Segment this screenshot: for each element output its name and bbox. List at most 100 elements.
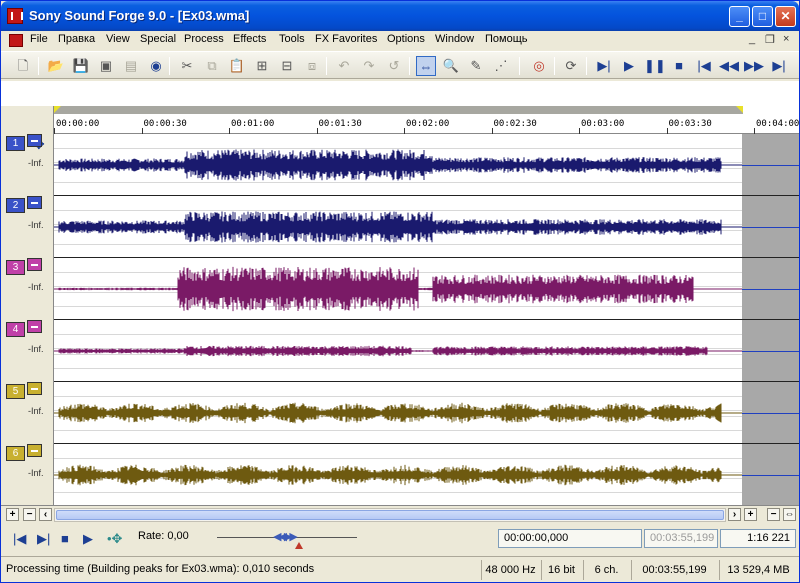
vertical-zoom-in-button[interactable]: + [6, 508, 19, 521]
open-folder-icon[interactable]: 📂 [46, 56, 66, 76]
edit-tool-icon[interactable]: ⇔ [416, 56, 436, 76]
pause-icon[interactable]: ❚❚ [644, 56, 666, 76]
title-bar[interactable]: Sony Sound Forge 9.0 - [Ex03.wma] _ □ ✕ [1, 1, 799, 31]
go-to-end-icon[interactable]: ▶| [37, 531, 50, 547]
save-all-icon[interactable]: ▣ [96, 56, 116, 76]
scrollbar-thumb[interactable] [56, 510, 724, 520]
envelope-tool-icon[interactable]: ⋰ [491, 56, 511, 76]
waveform-4[interactable] [54, 320, 742, 382]
copy-icon[interactable]: ⧉ [202, 56, 222, 76]
menu-special[interactable]: Special [140, 33, 176, 45]
scroll-right-button[interactable]: › [728, 508, 741, 521]
pencil-tool-icon[interactable]: ✎ [466, 56, 486, 76]
play-normal-icon[interactable]: ▶ [83, 531, 93, 547]
scroll-left-button[interactable]: ‹ [39, 508, 52, 521]
magnify-tool-icon[interactable]: 🔍 [441, 56, 461, 76]
horizontal-zoom-out-button[interactable]: − [767, 508, 780, 521]
channel-minimize-button[interactable] [27, 134, 42, 147]
channel-minimize-button[interactable] [27, 320, 42, 333]
channel-number-badge[interactable]: 1 [6, 136, 25, 151]
bit-depth[interactable]: 16 bit [541, 560, 581, 580]
waveform-5[interactable] [54, 382, 742, 444]
menu-options[interactable]: Options [387, 33, 425, 45]
sample-rate[interactable]: 48 000 Hz [481, 560, 539, 580]
forward-icon[interactable]: ▶▶ [744, 56, 764, 76]
zoom-slider-button[interactable]: ⇔ [783, 508, 796, 521]
minimize-button[interactable]: _ [729, 6, 750, 27]
channel-count[interactable]: 6 ch. [583, 560, 629, 580]
zoom-ratio-field[interactable]: 1:16 221 [720, 529, 796, 548]
channel-1[interactable]: 1 -Inf. [1, 134, 799, 196]
waveform-3[interactable] [54, 258, 742, 320]
menu-file[interactable]: File [30, 33, 48, 45]
waveform-editor[interactable]: 🔒 ✥ 00:00:0000:00:3000:01:0000:01:3000:0… [1, 81, 799, 506]
close-button[interactable]: ✕ [775, 6, 796, 27]
paste-icon[interactable]: 📋 [227, 56, 247, 76]
menu-view[interactable]: View [106, 33, 130, 45]
waveform-6[interactable] [54, 444, 742, 506]
channel-6[interactable]: 6 -Inf. [1, 444, 799, 506]
menu-help[interactable]: Помощь [485, 33, 528, 45]
channel-minimize-button[interactable] [27, 196, 42, 209]
maximize-button[interactable]: □ [752, 6, 773, 27]
rewind-icon[interactable]: ◀◀ [719, 56, 739, 76]
menu-window[interactable]: Window [435, 33, 474, 45]
channel-number-badge[interactable]: 6 [6, 446, 25, 461]
redo-icon[interactable]: ↷ [359, 56, 379, 76]
menu-tools[interactable]: Tools [279, 33, 305, 45]
horizontal-zoom-in-button[interactable]: + [744, 508, 757, 521]
channel-minimize-button[interactable] [27, 258, 42, 271]
channel-level-label: -Inf. [28, 344, 44, 354]
channel-5[interactable]: 5 -Inf. [1, 382, 799, 444]
save-icon[interactable]: 💾 [71, 56, 91, 76]
selection-bar[interactable] [54, 106, 743, 114]
go-to-start-icon[interactable]: |◀ [694, 56, 714, 76]
save-as-icon[interactable]: ▤ [121, 56, 141, 76]
mdi-restore-button[interactable]: ❐ [765, 33, 775, 46]
document-menu-icon[interactable] [9, 34, 23, 47]
channel-3[interactable]: 3 -Inf. [1, 258, 799, 320]
channel-number-badge[interactable]: 2 [6, 198, 25, 213]
menu-effects[interactable]: Effects [233, 33, 266, 45]
sound-forge-app-icon[interactable] [7, 8, 23, 24]
channel-number-badge[interactable]: 3 [6, 260, 25, 275]
play-all-icon[interactable]: ▶| [594, 56, 614, 76]
selection-length-field[interactable]: 00:03:55,199 [644, 529, 718, 548]
go-to-start-icon[interactable]: |◀ [13, 531, 26, 547]
trim-crop-icon[interactable]: ⧈ [302, 56, 322, 76]
channel-number-badge[interactable]: 5 [6, 384, 25, 399]
selection-end-marker[interactable] [736, 106, 743, 113]
playback-rate-thumb[interactable]: ◀◀▶▶ [273, 530, 298, 543]
channel-4[interactable]: 4 -Inf. [1, 320, 799, 382]
selection-start-marker[interactable] [54, 106, 61, 113]
stop-icon[interactable]: ■ [669, 56, 689, 76]
stop-icon[interactable]: ■ [61, 531, 69, 546]
waveform-2[interactable] [54, 196, 742, 258]
menu-edit[interactable]: Правка [58, 33, 95, 45]
new-file-icon[interactable]: 🗋 [13, 56, 33, 76]
horizontal-scrollbar[interactable] [54, 508, 726, 522]
channel-minimize-button[interactable] [27, 444, 42, 457]
channel-minimize-button[interactable] [27, 382, 42, 395]
time-ruler[interactable]: 00:00:00 00:00:30 00:01:00 00:01:30 00:02:00… [54, 114, 799, 134]
channel-number-badge[interactable]: 4 [6, 322, 25, 337]
mdi-close-button[interactable]: × [783, 33, 789, 45]
go-to-end-icon[interactable]: ▶| [769, 56, 789, 76]
vertical-zoom-out-button[interactable]: − [23, 508, 36, 521]
render-icon[interactable]: ◉ [146, 56, 166, 76]
paste-mix-icon[interactable]: ⊞ [252, 56, 272, 76]
loop-icon[interactable]: ⟳ [561, 56, 581, 76]
menu-process[interactable]: Process [184, 33, 224, 45]
cursor-position-field[interactable]: 00:00:00,000 [498, 529, 642, 548]
record-icon[interactable]: ◎ [529, 56, 549, 76]
channel-2[interactable]: 2 -Inf. [1, 196, 799, 258]
mdi-minimize-button[interactable]: _ [749, 33, 755, 45]
play-looped-icon[interactable]: •✥ [107, 531, 122, 547]
waveform-1[interactable] [54, 134, 742, 196]
menu-fx-favorites[interactable]: FX Favorites [315, 33, 377, 45]
paste-crossfade-icon[interactable]: ⊟ [277, 56, 297, 76]
play-icon[interactable]: ▶ [619, 56, 639, 76]
repeat-icon[interactable]: ↺ [384, 56, 404, 76]
undo-icon[interactable]: ↶ [334, 56, 354, 76]
cut-icon[interactable]: ✂ [177, 56, 197, 76]
